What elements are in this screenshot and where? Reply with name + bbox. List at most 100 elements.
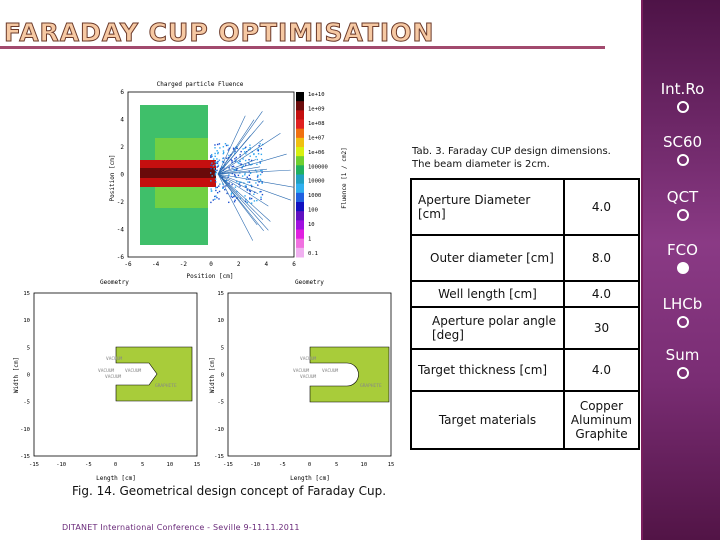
fluence-y-tick-label: -6 [117, 254, 125, 261]
scatter-point [250, 197, 253, 200]
scatter-point [210, 172, 212, 174]
value-cell: 8.0 [562, 234, 641, 282]
scatter-point [234, 199, 236, 201]
title-underline [0, 46, 605, 49]
scatter-point [218, 190, 221, 193]
geo1-x-ticks: -15 -10 -5 0 5 10 15 [29, 462, 200, 468]
nav-bullet-icon [676, 316, 689, 328]
table-row: Target materials Copper Aluminum Graphite [410, 390, 641, 450]
scatter-point [247, 181, 249, 183]
geo-x-tick-label: 5 [335, 462, 338, 468]
scatter-point [222, 151, 225, 154]
svg-text:VACUUM: VACUUM [98, 368, 115, 374]
scatter-point [210, 156, 212, 159]
geo-y-tick-label: 0 [27, 373, 30, 379]
value-cell: Copper Aluminum Graphite [562, 390, 641, 450]
geo-x-tick-label: 0 [308, 462, 311, 468]
geo-y-tick-label: 5 [27, 345, 30, 351]
param-cell: Aperture polar angle [deg] [410, 306, 565, 350]
scatter-point [244, 195, 246, 197]
geo-x-tick-label: -15 [29, 462, 39, 468]
colorbar-segment [296, 229, 304, 240]
scatter-point [214, 161, 216, 163]
scatter-point [248, 174, 251, 177]
fluence-x-tick-label: -2 [180, 261, 188, 268]
param-cell: Target thickness [cm] [410, 348, 565, 392]
scatter-point [242, 148, 244, 150]
geo-x-tick-label: 5 [141, 462, 144, 468]
nav-item-intro[interactable]: Int.Ro [643, 80, 720, 117]
scatter-point [259, 143, 261, 145]
fluence-x-tick-label: 0 [209, 261, 213, 268]
geo-x-tick-label: -5 [85, 462, 92, 468]
scatter-point [256, 163, 258, 166]
scatter-point [219, 183, 221, 185]
table-caption-line2: The beam diameter is 2cm. [412, 159, 550, 170]
scatter-point [210, 155, 212, 157]
fluence-colorbar: 1e+101e+091e+081e+071e+06100000100001000… [296, 92, 328, 258]
scatter-point [216, 150, 218, 152]
colorbar-segment [296, 110, 304, 120]
colorbar-tick-label: 1 [308, 237, 311, 243]
scatter-point [249, 177, 251, 180]
geo-y-tick-label: 15 [23, 291, 30, 297]
svg-text:VACUUM: VACUUM [125, 368, 142, 374]
scatter-point [219, 147, 221, 149]
nav-item-qct[interactable]: QCT [643, 188, 720, 225]
scatter-point [214, 181, 217, 183]
geo-x-tick-label: -15 [223, 462, 233, 468]
scatter-point [256, 176, 259, 178]
scatter-point [224, 188, 226, 191]
scatter-point [253, 193, 255, 195]
geometry-plot-conical: VACUUM VACUUM VACUUM VACUUM GRAPHITE -15… [13, 291, 200, 482]
colorbar-tick-label: 100 [308, 208, 318, 214]
scatter-point [216, 143, 219, 146]
param-cell: Aperture Diameter [cm] [410, 178, 565, 236]
svg-text:VACUUM: VACUUM [106, 356, 123, 362]
colorbar-segment [296, 119, 304, 130]
scatter-point [238, 182, 241, 184]
scatter-point [261, 158, 263, 161]
scatter-point [211, 162, 213, 164]
fluence-ylabel: Position [cm] [109, 155, 116, 202]
scatter-point [255, 156, 257, 158]
scatter-point [256, 158, 259, 161]
nav-label: Int.Ro [660, 80, 705, 98]
geo-x-tick-label: 0 [114, 462, 117, 468]
colorbar-segment [296, 137, 304, 148]
geo-y-tick-label: 10 [217, 318, 224, 324]
scatter-point [230, 159, 233, 161]
scatter-point [225, 144, 228, 147]
colorbar-segment [296, 92, 304, 102]
geo2-ylabel: Width [cm] [209, 357, 216, 393]
nav-item-fco[interactable]: FCO [643, 241, 720, 278]
colorbar-tick-label: 1e+09 [308, 106, 325, 112]
scatter-point [211, 175, 213, 177]
geo-y-tick-label: -5 [217, 400, 224, 406]
nav-item-sc60[interactable]: SC60 [643, 133, 720, 170]
nav-bullet-icon [676, 101, 689, 113]
nav-item-sum[interactable]: Sum [643, 346, 720, 383]
scatter-point [228, 167, 230, 169]
geo-x-tick-label: -10 [250, 462, 260, 468]
scatter-point [259, 162, 262, 164]
nav-item-lhcb[interactable]: LHCb [643, 295, 720, 332]
scatter-point [228, 201, 230, 204]
geo1-y-ticks: 15 10 5 0 -5 -10 -15 [20, 291, 30, 460]
scatter-point [222, 150, 225, 152]
scatter-point [234, 175, 236, 177]
param-cell: Target materials [410, 390, 565, 450]
scatter-point [234, 169, 236, 171]
slide-title: FARADAY CUP OPTIMISATION [3, 18, 435, 48]
scatter-point [228, 154, 230, 157]
scatter-point [260, 147, 262, 150]
scatter-point [261, 193, 264, 196]
colorbar-tick-label: 10 [308, 222, 315, 228]
geo-x-tick-label: 10 [361, 462, 368, 468]
scatter-point [212, 199, 215, 201]
fluence-y-tick-label: 6 [120, 89, 124, 96]
svg-text:GRAPHITE: GRAPHITE [360, 383, 382, 389]
scatter-point [257, 148, 260, 151]
colorbar-segment [296, 147, 304, 157]
scatter-point [210, 153, 213, 156]
